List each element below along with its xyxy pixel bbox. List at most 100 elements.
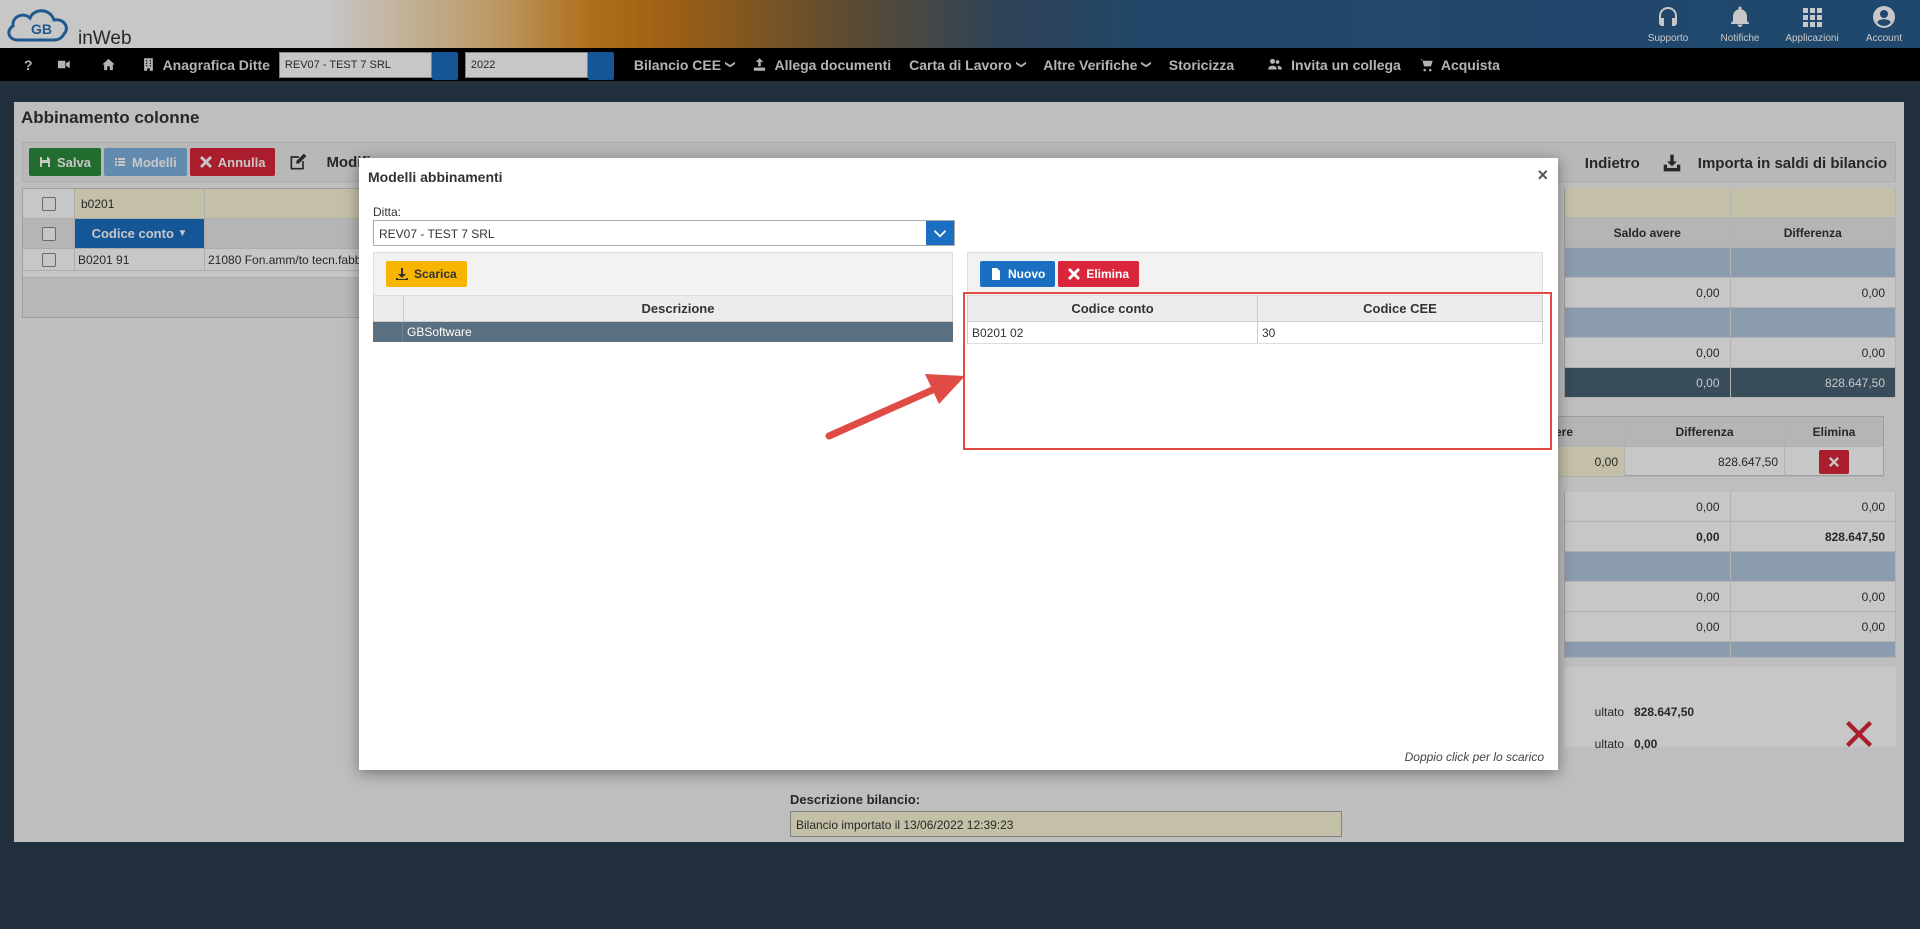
storicizza-link[interactable]: Storicizza — [1160, 48, 1243, 81]
cell-saldo: 0,00 — [1565, 522, 1731, 551]
cell-saldo: 0,00 — [1565, 338, 1731, 367]
account-button[interactable]: Account — [1848, 0, 1920, 48]
group-band — [1565, 642, 1896, 658]
annotation-arrow-icon — [825, 374, 965, 440]
carta-lavoro-menu[interactable]: Carta di Lavoro ❯ — [900, 48, 1034, 81]
notifications-button[interactable]: Notifiche — [1704, 0, 1776, 48]
home-icon — [101, 58, 115, 71]
close-icon — [1829, 456, 1839, 467]
mapping-toolbar: Nuovo Elimina — [967, 252, 1543, 296]
cell-diff: 0,00 — [1731, 492, 1896, 521]
company-select[interactable]: REV07 - TEST 7 SRL — [278, 51, 461, 80]
balance-grid-lower: 0,00 0,00 0,00 828.647,50 0,00 0,00 0,00 0,0… — [1564, 492, 1896, 658]
year-dropdown-button[interactable] — [587, 51, 614, 80]
indietro-link[interactable]: Indietro — [1585, 155, 1640, 172]
table-row[interactable]: 0,00 0,00 — [1565, 492, 1896, 522]
header-checkbox[interactable] — [41, 226, 56, 241]
help-label: ? — [24, 56, 33, 73]
header-select-cell — [23, 219, 75, 248]
altre-verifiche-menu[interactable]: Altre Verifiche ❯ — [1034, 48, 1160, 81]
list-item[interactable]: GBSoftware — [373, 322, 953, 342]
cart-icon — [1420, 58, 1433, 72]
company-dropdown-button[interactable] — [431, 51, 458, 80]
sort-desc-icon: ▼ — [177, 228, 188, 239]
col-avere-partial: ere — [1555, 417, 1625, 446]
building-icon — [143, 58, 153, 71]
storicizza-label: Storicizza — [1168, 56, 1235, 73]
cancel-button[interactable]: Annulla — [189, 148, 276, 176]
year-select[interactable]: 2022 — [464, 51, 617, 80]
app-logo[interactable]: GB inWeb — [4, 4, 144, 49]
ditta-dropdown-button[interactable] — [926, 221, 954, 245]
col-differenza-sub: Differenza — [1625, 417, 1785, 446]
status-error-icon — [1844, 719, 1874, 749]
ditta-select[interactable]: REV07 - TEST 7 SRL — [373, 220, 955, 246]
save-button[interactable]: Salva — [29, 148, 101, 176]
bell-icon — [1731, 6, 1749, 27]
col-codice-conto-modal[interactable]: Codice conto — [968, 296, 1258, 321]
toolbar-right: Indietro Importa in saldi di bilancio — [1575, 143, 1887, 183]
difference-grid: ere Differenza Elimina 0,00 828.647,50 — [1554, 416, 1884, 477]
table-row[interactable]: 0,00 0,00 — [1565, 338, 1896, 368]
bilancio-cee-menu[interactable]: Bilancio CEE ❯ — [625, 48, 744, 81]
models-panel: Scarica Descrizione GBSoftware — [373, 252, 953, 342]
filter-codice-input[interactable]: b0201 — [75, 189, 205, 218]
col-saldo-avere[interactable]: Saldo avere — [1565, 218, 1731, 247]
chevron-down-icon — [934, 230, 946, 238]
table-row[interactable]: 0,00 0,00 — [1565, 612, 1896, 642]
video-button[interactable] — [47, 48, 92, 81]
close-icon[interactable]: × — [1537, 165, 1548, 186]
rg-header-row: Saldo avere Differenza — [1565, 218, 1896, 248]
col-differenza[interactable]: Differenza — [1730, 218, 1896, 247]
support-button[interactable]: Supporto — [1632, 0, 1704, 48]
acquista-link[interactable]: Acquista — [1410, 48, 1509, 81]
result-value-2: 0,00 — [1634, 737, 1658, 751]
band-b — [1731, 552, 1896, 581]
nuovo-button[interactable]: Nuovo — [980, 261, 1056, 287]
group-band — [1565, 552, 1896, 582]
group-band — [1565, 248, 1896, 278]
table-row[interactable]: 0,00 0,00 — [1565, 582, 1896, 612]
col-codice-cee[interactable]: Codice CEE — [1258, 296, 1542, 321]
scarica-label: Scarica — [414, 267, 457, 281]
ditta-select-value: REV07 - TEST 7 SRL — [379, 227, 495, 241]
band-b — [1731, 308, 1896, 337]
importa-saldi-link[interactable]: Importa in saldi di bilancio — [1662, 153, 1887, 173]
col-descrizione[interactable]: Descrizione — [404, 296, 952, 321]
year-select-value: 2022 — [464, 51, 588, 78]
close-icon — [1068, 268, 1081, 280]
table-row[interactable]: B0201 02 30 — [967, 322, 1543, 344]
cell-diff: 0,00 — [1731, 582, 1896, 611]
mapping-panel: Nuovo Elimina Codice conto Codice CEE B0… — [967, 252, 1547, 344]
applications-label: Applicazioni — [1785, 33, 1839, 44]
help-button[interactable]: ? — [0, 48, 47, 81]
table-row[interactable]: 0,00 828.647,50 — [1555, 447, 1883, 477]
table-row[interactable]: 0,00 0,00 — [1565, 278, 1896, 308]
invita-collega-link[interactable]: Invita un collega — [1257, 48, 1410, 81]
delete-row-button[interactable] — [1819, 449, 1849, 474]
edit-icon — [290, 153, 307, 170]
home-button[interactable] — [92, 48, 132, 81]
row-checkbox[interactable] — [41, 252, 56, 267]
allega-documenti-link[interactable]: Allega documenti — [743, 48, 900, 81]
scarica-button[interactable]: Scarica — [386, 261, 467, 287]
chevron-down-icon: ❯ — [724, 60, 736, 69]
logo-text: inWeb — [78, 28, 132, 49]
row-codice: B0201 91 — [75, 249, 205, 270]
account-label: Account — [1865, 33, 1903, 44]
anagrafica-ditte-link[interactable]: Anagrafica Ditte — [132, 48, 279, 81]
filter-select-cell — [23, 189, 75, 218]
cell-diff: 0,00 — [1731, 338, 1896, 367]
cell-saldo: 0,00 — [1565, 368, 1731, 397]
modelli-button[interactable]: Modelli — [103, 148, 187, 176]
altre-label: Altre Verifiche — [1043, 56, 1138, 73]
result-label-2: ultato — [1594, 737, 1624, 751]
descrizione-input[interactable]: Bilancio importato il 13/06/2022 12:39:2… — [790, 811, 1342, 837]
col-codice-conto[interactable]: Codice conto ▼ — [75, 219, 205, 248]
applications-button[interactable]: Applicazioni — [1776, 0, 1848, 48]
rg-filter-row — [1565, 188, 1896, 218]
select-all-checkbox[interactable] — [41, 196, 56, 211]
models-toolbar: Scarica — [373, 252, 953, 296]
download-tray-icon — [1663, 154, 1681, 172]
elimina-button[interactable]: Elimina — [1058, 261, 1140, 287]
